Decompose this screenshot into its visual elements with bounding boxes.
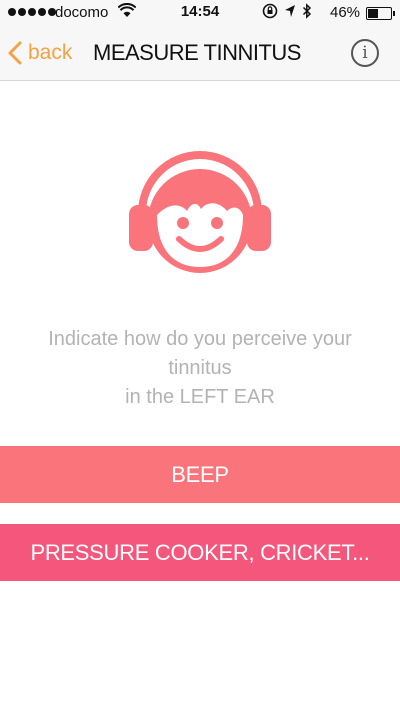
info-icon: i bbox=[362, 43, 368, 63]
status-bar: docomo 14:54 46% bbox=[0, 0, 400, 26]
page-title: MEASURE TINNITUS bbox=[93, 40, 301, 65]
option-pressure-cooker-button[interactable]: PRESSURE COOKER, CRICKET... bbox=[0, 524, 400, 581]
instruction-line-3: in the LEFT EAR bbox=[125, 386, 275, 408]
headphones-face-icon bbox=[125, 143, 275, 283]
navigation-bar: back MEASURE TINNITUS i bbox=[0, 26, 400, 81]
option-beep-button[interactable]: BEEP bbox=[0, 446, 400, 503]
bluetooth-icon bbox=[302, 3, 312, 23]
option-label: BEEP bbox=[171, 461, 229, 487]
status-icons bbox=[262, 3, 312, 23]
orientation-lock-icon bbox=[262, 3, 278, 23]
back-button-label: back bbox=[28, 41, 73, 64]
battery-icon bbox=[366, 7, 395, 20]
chevron-left-icon bbox=[8, 41, 22, 65]
instruction-text: Indicate how do you perceive your tinnit… bbox=[20, 325, 380, 412]
battery-percentage: 46% bbox=[330, 4, 361, 21]
screen: docomo 14:54 46% back MEASURE TINNITUS i… bbox=[0, 0, 400, 711]
info-button[interactable]: i bbox=[351, 39, 379, 67]
instruction-line-1: Indicate how do you perceive your bbox=[48, 328, 352, 350]
instruction-line-2: tinnitus bbox=[168, 357, 232, 379]
back-button[interactable]: back bbox=[8, 38, 72, 68]
option-label: PRESSURE COOKER, CRICKET... bbox=[30, 539, 370, 565]
location-arrow-icon bbox=[284, 4, 296, 22]
